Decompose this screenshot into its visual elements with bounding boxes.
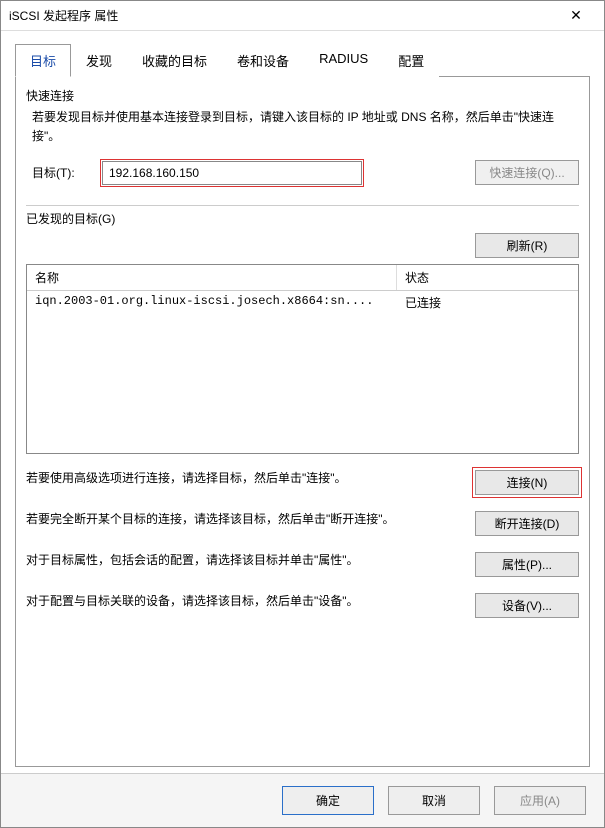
target-row: 目标(T): 快速连接(Q)... (32, 160, 579, 185)
discovered-targets-label: 已发现的目标(G) (26, 210, 579, 227)
separator (26, 205, 579, 206)
tab-strip: 目标 发现 收藏的目标 卷和设备 RADIUS 配置 (15, 43, 590, 77)
dialog-window: iSCSI 发起程序 属性 ✕ 目标 发现 收藏的目标 卷和设备 RADIUS … (0, 0, 605, 828)
properties-help-text: 对于目标属性，包括会话的配置，请选择该目标并单击"属性"。 (26, 550, 463, 570)
target-status-cell: 已连接 (397, 291, 578, 314)
disconnect-help-text: 若要完全断开某个目标的连接，请选择该目标，然后单击"断开连接"。 (26, 509, 463, 529)
target-input-label: 目标(T): (32, 164, 92, 181)
tab-configuration[interactable]: 配置 (383, 44, 439, 77)
tab-favorite-targets[interactable]: 收藏的目标 (127, 44, 222, 77)
tab-volumes-devices[interactable]: 卷和设备 (222, 44, 304, 77)
discovered-targets-list[interactable]: 名称 状态 iqn.2003-01.org.linux-iscsi.josech… (26, 264, 579, 454)
tab-targets[interactable]: 目标 (15, 44, 71, 77)
tab-discovery[interactable]: 发现 (71, 44, 127, 77)
refresh-button[interactable]: 刷新(R) (475, 233, 579, 258)
tab-body: 快速连接 若要发现目标并使用基本连接登录到目标，请键入该目标的 IP 地址或 D… (15, 77, 590, 767)
close-icon[interactable]: ✕ (556, 2, 596, 30)
apply-button[interactable]: 应用(A) (494, 786, 586, 815)
column-header-status[interactable]: 状态 (397, 265, 578, 290)
properties-help-row: 对于目标属性，包括会话的配置，请选择该目标并单击"属性"。 属性(P)... (26, 550, 579, 577)
dialog-footer: 确定 取消 应用(A) (1, 773, 604, 827)
devices-button[interactable]: 设备(V)... (475, 593, 579, 618)
column-header-name[interactable]: 名称 (27, 265, 397, 290)
quick-connect-button[interactable]: 快速连接(Q)... (475, 160, 579, 185)
devices-help-row: 对于配置与目标关联的设备，请选择该目标，然后单击"设备"。 设备(V)... (26, 591, 579, 618)
titlebar: iSCSI 发起程序 属性 ✕ (1, 1, 604, 31)
list-item[interactable]: iqn.2003-01.org.linux-iscsi.josech.x8664… (27, 291, 578, 314)
target-name-cell: iqn.2003-01.org.linux-iscsi.josech.x8664… (27, 291, 397, 314)
connect-button[interactable]: 连接(N) (475, 470, 579, 495)
tab-radius[interactable]: RADIUS (304, 44, 383, 77)
disconnect-help-row: 若要完全断开某个目标的连接，请选择该目标，然后单击"断开连接"。 断开连接(D) (26, 509, 579, 536)
cancel-button[interactable]: 取消 (388, 786, 480, 815)
window-title: iSCSI 发起程序 属性 (9, 7, 556, 24)
connect-help-text: 若要使用高级选项进行连接，请选择目标，然后单击"连接"。 (26, 468, 463, 488)
list-header: 名称 状态 (27, 265, 578, 291)
refresh-row: 刷新(R) (26, 233, 579, 258)
ok-button[interactable]: 确定 (282, 786, 374, 815)
connect-help-row: 若要使用高级选项进行连接，请选择目标，然后单击"连接"。 连接(N) (26, 468, 579, 495)
properties-button[interactable]: 属性(P)... (475, 552, 579, 577)
quick-connect-description: 若要发现目标并使用基本连接登录到目标，请键入该目标的 IP 地址或 DNS 名称… (32, 108, 579, 146)
devices-help-text: 对于配置与目标关联的设备，请选择该目标，然后单击"设备"。 (26, 591, 463, 611)
target-input[interactable] (102, 161, 362, 185)
content-area: 目标 发现 收藏的目标 卷和设备 RADIUS 配置 快速连接 若要发现目标并使… (1, 31, 604, 773)
disconnect-button[interactable]: 断开连接(D) (475, 511, 579, 536)
quick-connect-label: 快速连接 (26, 87, 579, 104)
